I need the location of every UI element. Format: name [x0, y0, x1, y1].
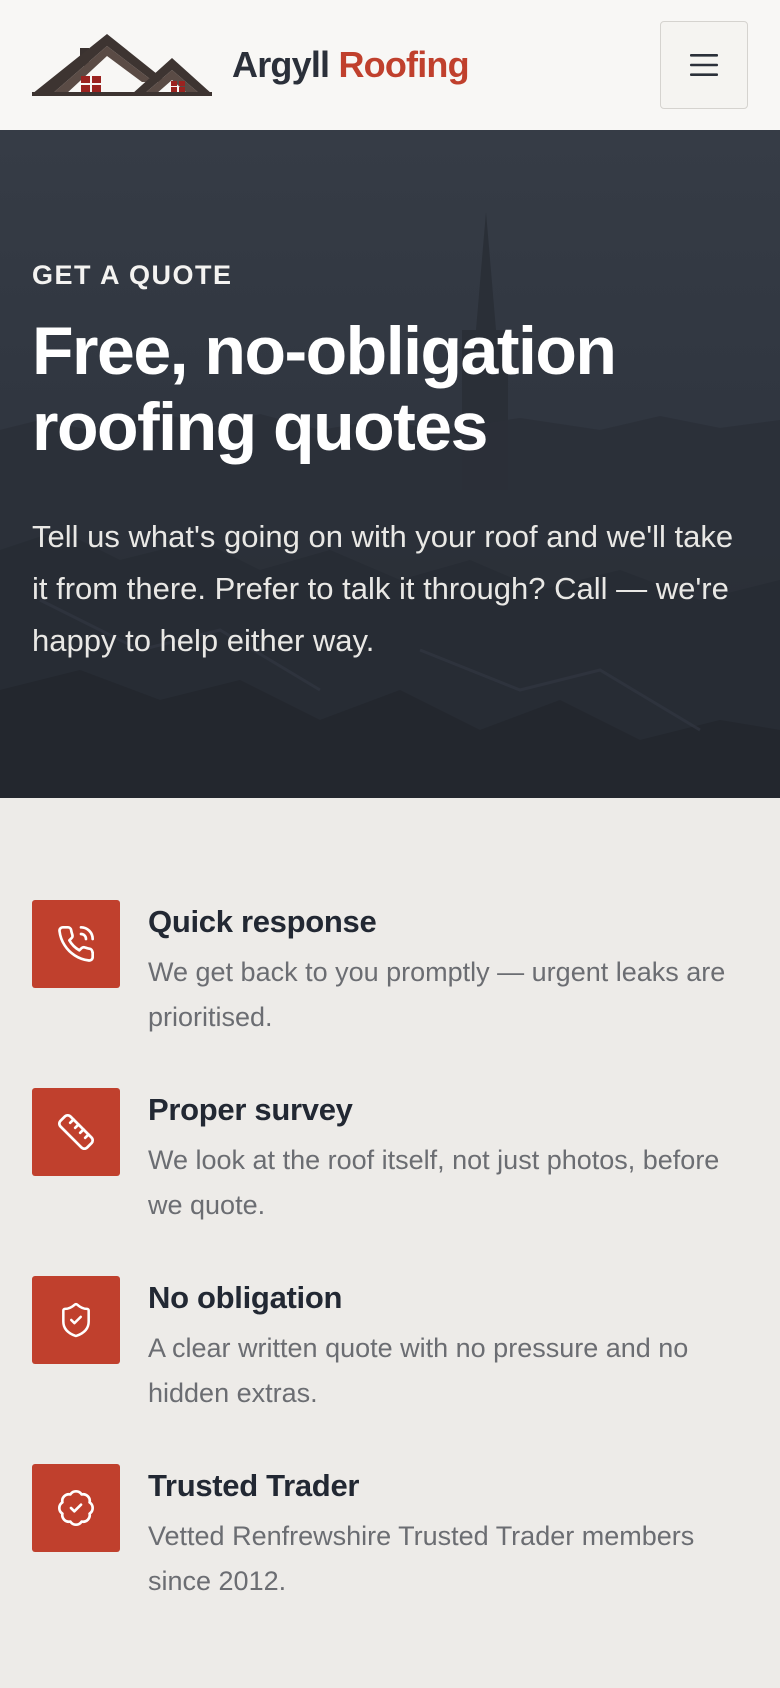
badge-check-icon	[58, 1490, 94, 1526]
feature-item: Quick response We get back to you prompt…	[32, 898, 748, 1040]
hero-title: Free, no-obligation roofing quotes	[32, 313, 748, 465]
hero-content: GET A QUOTE Free, no-obligation roofing …	[32, 130, 748, 667]
feature-icon-box	[32, 900, 120, 988]
feature-title: Trusted Trader	[148, 1468, 360, 1503]
feature-body: Proper survey We look at the roof itself…	[148, 1086, 748, 1228]
feature-icon-box	[32, 1088, 120, 1176]
feature-body: Trusted Trader Vetted Renfrewshire Trust…	[148, 1462, 748, 1604]
feature-body: No obligation A clear written quote with…	[148, 1274, 748, 1416]
menu-button[interactable]	[660, 21, 748, 109]
features-list: Quick response We get back to you prompt…	[0, 798, 780, 1604]
brand-accent: Roofing	[338, 44, 469, 85]
brand-primary: Argyll	[232, 44, 330, 85]
feature-icon-box	[32, 1276, 120, 1364]
feature-text: A clear written quote with no pressure a…	[148, 1333, 689, 1408]
feature-body: Quick response We get back to you prompt…	[148, 898, 748, 1040]
feature-title: Proper survey	[148, 1092, 353, 1127]
feature-text: Vetted Renfrewshire Trusted Trader membe…	[148, 1521, 695, 1596]
feature-text: We look at the roof itself, not just pho…	[148, 1145, 720, 1220]
phone-icon	[58, 925, 95, 962]
hero-title-line-2: roofing quotes	[32, 389, 488, 465]
feature-item: Proper survey We look at the roof itself…	[32, 1086, 748, 1228]
hero-title-line-1: Free, no-obligation	[32, 313, 617, 389]
brand-name: Argyll Roofing	[232, 44, 470, 86]
feature-item: No obligation A clear written quote with…	[32, 1274, 748, 1416]
feature-text: We get back to you promptly — urgent lea…	[148, 957, 726, 1032]
hero-section: GET A QUOTE Free, no-obligation roofing …	[0, 130, 780, 798]
hero-lead: Tell us what's going on with your roof a…	[32, 519, 734, 658]
feature-icon-box	[32, 1464, 120, 1552]
feature-item: Trusted Trader Vetted Renfrewshire Trust…	[32, 1462, 748, 1604]
hero-eyebrow: GET A QUOTE	[32, 260, 233, 290]
shield-check-icon	[62, 1302, 90, 1338]
feature-title: Quick response	[148, 904, 377, 939]
hamburger-icon	[690, 54, 718, 76]
brand-link[interactable]: Argyll Roofing	[32, 30, 470, 100]
ruler-icon	[58, 1114, 94, 1150]
feature-title: No obligation	[148, 1280, 343, 1315]
roof-logo-icon	[32, 34, 212, 96]
site-header: Argyll Roofing	[0, 0, 780, 130]
